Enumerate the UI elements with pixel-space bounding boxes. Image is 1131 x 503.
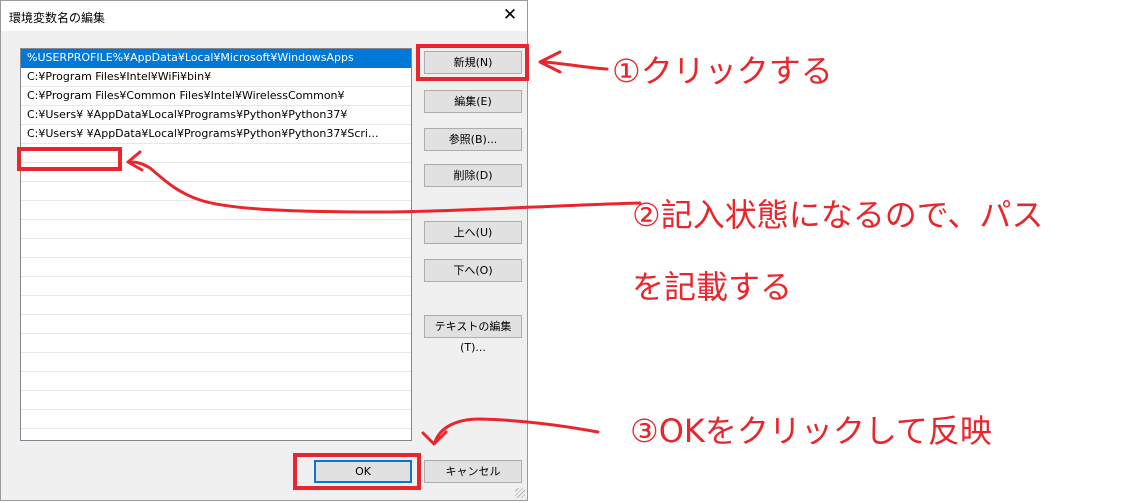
annotation-step1: ①クリックする (612, 52, 833, 90)
arrow-to-new-button (538, 50, 609, 74)
arrow-to-ok-button (421, 417, 600, 446)
annotation-step2-line2: を記載する (632, 268, 793, 306)
annotation-step2-line1: ②記入状態になるので、パス (632, 196, 1044, 234)
annotation-step3: ③OKをクリックして反映 (630, 412, 992, 450)
arrow-to-new-entry (126, 150, 642, 214)
